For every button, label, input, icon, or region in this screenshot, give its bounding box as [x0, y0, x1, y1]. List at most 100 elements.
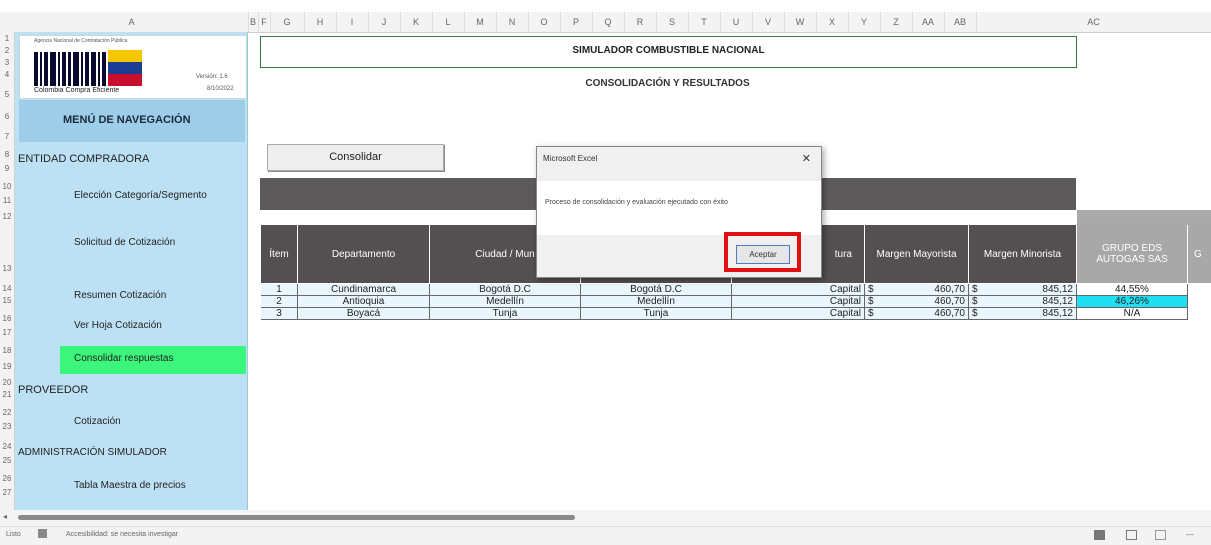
row-header[interactable]: 17 — [0, 328, 14, 337]
cell-ciudad[interactable]: Bogotá D.C — [430, 284, 581, 296]
row-header[interactable]: 9 — [0, 164, 14, 173]
row-header[interactable]: 20 — [0, 378, 14, 387]
column-header-q[interactable]: Q — [592, 12, 625, 32]
cell-municipio[interactable]: Medellín — [581, 296, 732, 308]
normal-view-icon[interactable] — [1094, 530, 1105, 540]
row-header[interactable]: 21 — [0, 390, 14, 399]
cell-estructura[interactable]: Capital — [732, 284, 865, 296]
cell-currency[interactable]: $ — [969, 308, 989, 320]
page-layout-view-icon[interactable] — [1126, 530, 1137, 540]
cell-departamento[interactable]: Antioquia — [298, 296, 430, 308]
column-header-j[interactable]: J — [368, 12, 401, 32]
cell-currency[interactable]: $ — [969, 296, 989, 308]
column-header-a[interactable]: A — [15, 12, 249, 32]
row-header[interactable]: 11 — [0, 196, 14, 205]
cell-ciudad[interactable]: Tunja — [430, 308, 581, 320]
cell-departamento[interactable]: Boyacá — [298, 308, 430, 320]
cell-currency[interactable]: $ — [865, 296, 885, 308]
close-icon[interactable]: ✕ — [802, 152, 811, 165]
cell-grupo-eds[interactable]: N/A — [1077, 308, 1188, 320]
status-bar: Listo Accesibilidad: se necesita investi… — [0, 526, 1211, 545]
sidebar-item-consolidar-respuestas[interactable]: Consolidar respuestas — [74, 353, 174, 364]
column-header-w[interactable]: W — [784, 12, 817, 32]
column-header-h[interactable]: H — [304, 12, 337, 32]
row-header[interactable]: 13 — [0, 264, 14, 273]
cell-currency[interactable]: $ — [865, 308, 885, 320]
column-header-l[interactable]: L — [432, 12, 465, 32]
column-header-p[interactable]: P — [560, 12, 593, 32]
row-header[interactable]: 3 — [0, 58, 14, 67]
row-header[interactable]: 1 — [0, 34, 14, 43]
sidebar-item-solicitud-cotizacion[interactable]: Solicitud de Cotización — [74, 237, 175, 248]
column-header-aa[interactable]: AA — [912, 12, 945, 32]
scrollbar-thumb[interactable] — [18, 515, 575, 520]
cell-margen-mayorista[interactable]: 460,70 — [885, 284, 969, 296]
column-header-x[interactable]: X — [816, 12, 849, 32]
consolidate-button[interactable]: Consolidar — [267, 144, 444, 171]
cell-item[interactable]: 3 — [261, 308, 298, 320]
accessibility-status[interactable]: Accesibilidad: se necesita investigar — [66, 531, 178, 538]
cell-margen-minorista[interactable]: 845,12 — [989, 284, 1077, 296]
accept-button[interactable]: Aceptar — [736, 245, 790, 264]
row-header[interactable]: 18 — [0, 346, 14, 355]
cell-estructura[interactable]: Capital — [732, 296, 865, 308]
sidebar-item-eleccion-categoria[interactable]: Elección Categoría/Segmento — [74, 190, 207, 201]
sidebar-item-ver-hoja-cotizacion[interactable]: Ver Hoja Cotización — [74, 320, 162, 331]
scroll-left-arrow-icon[interactable]: ◂ — [3, 512, 7, 521]
row-header[interactable]: 7 — [0, 132, 14, 141]
column-header-r[interactable]: R — [624, 12, 657, 32]
cell-margen-mayorista[interactable]: 460,70 — [885, 296, 969, 308]
column-header-g[interactable]: G — [270, 12, 305, 32]
column-header-u[interactable]: U — [720, 12, 753, 32]
row-header[interactable]: 19 — [0, 362, 14, 371]
cell-margen-mayorista[interactable]: 460,70 — [885, 308, 969, 320]
cell-grupo-eds[interactable]: 46,26% — [1077, 296, 1188, 308]
macro-record-icon[interactable] — [38, 529, 47, 538]
column-header-i[interactable]: I — [336, 12, 369, 32]
cell-margen-minorista[interactable]: 845,12 — [989, 296, 1077, 308]
column-header-k[interactable]: K — [400, 12, 433, 32]
sidebar-item-resumen-cotizacion[interactable]: Resumen Cotización — [74, 290, 166, 301]
row-header[interactable]: 10 — [0, 182, 14, 191]
cell-ciudad[interactable]: Medellín — [430, 296, 581, 308]
cell-currency[interactable]: $ — [969, 284, 989, 296]
row-header[interactable]: 5 — [0, 90, 14, 99]
row-header[interactable]: 27 — [0, 488, 14, 497]
column-header-ab[interactable]: AB — [944, 12, 977, 32]
row-header[interactable]: 26 — [0, 474, 14, 483]
row-header[interactable]: 22 — [0, 408, 14, 417]
column-header-s[interactable]: S — [656, 12, 689, 32]
cell-item[interactable]: 1 — [261, 284, 298, 296]
cell-municipio[interactable]: Tunja — [581, 308, 732, 320]
cell-departamento[interactable]: Cundinamarca — [298, 284, 430, 296]
page-break-view-icon[interactable] — [1155, 530, 1166, 540]
zoom-minus-icon[interactable]: — — [1186, 530, 1194, 539]
row-header[interactable]: 25 — [0, 456, 14, 465]
row-header[interactable]: 14 — [0, 284, 14, 293]
row-header[interactable]: 4 — [0, 70, 14, 79]
sidebar-item-cotizacion[interactable]: Cotización — [74, 416, 121, 427]
cell-item[interactable]: 2 — [261, 296, 298, 308]
row-header[interactable]: 6 — [0, 112, 14, 121]
sidebar-item-tabla-maestra[interactable]: Tabla Maestra de precios — [74, 480, 186, 491]
row-header[interactable]: 23 — [0, 422, 14, 431]
row-header[interactable]: 12 — [0, 212, 14, 221]
cell-estructura[interactable]: Capital — [732, 308, 865, 320]
cell-margen-minorista[interactable]: 845,12 — [989, 308, 1077, 320]
row-header[interactable]: 2 — [0, 46, 14, 55]
row-header[interactable]: 15 — [0, 296, 14, 305]
column-header-m[interactable]: M — [464, 12, 497, 32]
column-header-y[interactable]: Y — [848, 12, 881, 32]
row-header[interactable]: 24 — [0, 442, 14, 451]
column-header-ac[interactable]: AC — [976, 12, 1211, 32]
cell-municipio[interactable]: Bogotá D.C — [581, 284, 732, 296]
column-header-o[interactable]: O — [528, 12, 561, 32]
column-header-z[interactable]: Z — [880, 12, 913, 32]
cell-grupo-eds[interactable]: 44,55% — [1077, 284, 1188, 296]
column-header-n[interactable]: N — [496, 12, 529, 32]
row-header[interactable]: 16 — [0, 314, 14, 323]
cell-currency[interactable]: $ — [865, 284, 885, 296]
column-header-v[interactable]: V — [752, 12, 785, 32]
row-header[interactable]: 8 — [0, 150, 14, 159]
column-header-t[interactable]: T — [688, 12, 721, 32]
